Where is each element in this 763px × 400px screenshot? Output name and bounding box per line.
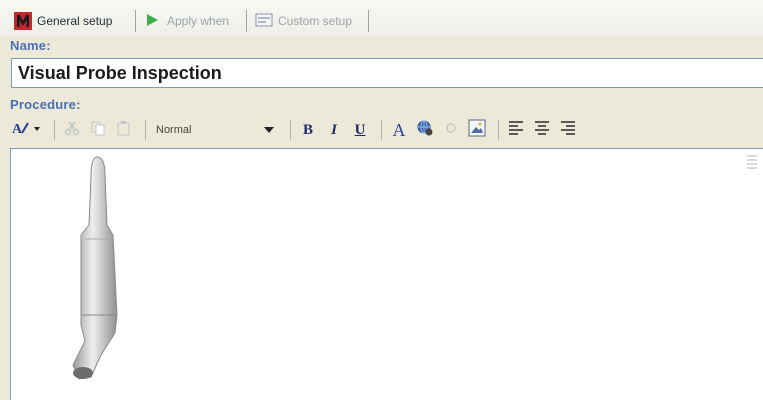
tab-custom-setup[interactable]: Custom setup bbox=[249, 8, 358, 34]
formatting-toolbar: A Normal B I U A bbox=[10, 116, 763, 144]
insert-link-button[interactable] bbox=[414, 119, 436, 141]
toolbar-divider bbox=[145, 120, 146, 140]
align-center-button[interactable] bbox=[531, 119, 553, 141]
paragraph-style-value: Normal bbox=[156, 124, 192, 136]
tab-label: Apply when bbox=[167, 14, 230, 28]
italic-label: I bbox=[331, 121, 337, 138]
toolbar-divider bbox=[290, 120, 291, 140]
align-center-icon bbox=[534, 120, 550, 140]
scrollbar-grip[interactable] bbox=[747, 155, 757, 169]
tab-divider bbox=[368, 10, 369, 32]
align-left-icon bbox=[508, 120, 524, 140]
tab-bar: General setup Apply when Custom setup bbox=[0, 0, 763, 36]
tab-general-setup[interactable]: General setup bbox=[8, 8, 118, 34]
name-field[interactable] bbox=[11, 58, 763, 88]
copy-icon bbox=[90, 120, 106, 141]
paste-button[interactable] bbox=[113, 119, 135, 141]
m-logo-icon bbox=[14, 12, 32, 30]
toolbar-divider bbox=[54, 120, 55, 140]
align-right-button[interactable] bbox=[557, 119, 579, 141]
play-arrow-icon bbox=[144, 12, 162, 30]
tab-apply-when[interactable]: Apply when bbox=[138, 8, 235, 34]
clipboard-icon bbox=[116, 120, 132, 141]
underline-button[interactable]: U bbox=[349, 119, 371, 141]
procedure-editor[interactable] bbox=[10, 148, 763, 400]
tab-label: Custom setup bbox=[278, 14, 353, 28]
font-color-button[interactable]: A bbox=[388, 119, 410, 141]
tab-divider bbox=[135, 10, 136, 32]
tab-label: General setup bbox=[37, 14, 113, 28]
paragraph-style-select[interactable]: Normal bbox=[152, 120, 278, 140]
chevron-down-icon bbox=[264, 127, 274, 133]
font-color-label: A bbox=[392, 119, 406, 140]
text-style-icon: A bbox=[12, 119, 42, 142]
italic-button[interactable]: I bbox=[323, 119, 345, 141]
image-icon bbox=[468, 119, 486, 142]
bold-button[interactable]: B bbox=[297, 119, 319, 141]
underline-label: U bbox=[354, 121, 366, 138]
bold-label: B bbox=[302, 121, 313, 138]
ultrasound-probe-image bbox=[72, 156, 118, 380]
align-right-icon bbox=[560, 120, 576, 140]
align-left-button[interactable] bbox=[505, 119, 527, 141]
name-label: Name: bbox=[10, 38, 51, 53]
procedure-label: Procedure: bbox=[10, 97, 81, 112]
text-style-button[interactable]: A bbox=[10, 119, 44, 141]
tab-divider bbox=[246, 10, 247, 32]
unlink-button[interactable] bbox=[440, 119, 462, 141]
scissors-icon bbox=[64, 120, 80, 141]
copy-button[interactable] bbox=[87, 119, 109, 141]
form-icon bbox=[255, 12, 273, 30]
unlink-icon bbox=[444, 120, 458, 141]
cut-button[interactable] bbox=[61, 119, 83, 141]
toolbar-divider bbox=[381, 120, 382, 140]
toolbar-divider bbox=[498, 120, 499, 140]
insert-image-button[interactable] bbox=[466, 119, 488, 141]
svg-text:A: A bbox=[12, 122, 23, 137]
globe-link-icon bbox=[416, 119, 434, 142]
